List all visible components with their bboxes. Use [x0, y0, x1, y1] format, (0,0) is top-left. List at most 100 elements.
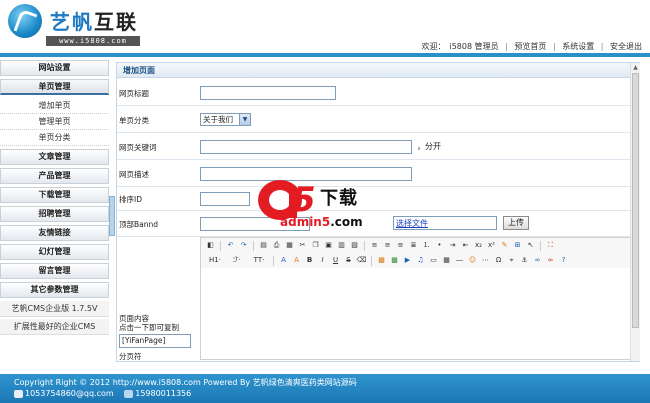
sidebar-item-products[interactable]: 产品管理 — [0, 168, 109, 184]
font-color-icon[interactable]: A — [278, 255, 289, 266]
sidebar-item-messages[interactable]: 留言管理 — [0, 263, 109, 279]
page-break-icon[interactable]: ⋯ — [480, 255, 491, 266]
page-break-label: 分页符 — [119, 352, 142, 361]
toolbar-separator — [273, 255, 274, 266]
font-family-dropdown[interactable]: ℱ· — [227, 255, 247, 266]
outdent-icon[interactable]: ⇤ — [460, 240, 471, 251]
category-label: 单页分类 — [119, 116, 149, 125]
anchor-icon[interactable]: ⚓ — [519, 255, 530, 266]
template-icon[interactable]: ▦ — [284, 240, 295, 251]
category-selected-value: 关于我们 — [203, 115, 233, 124]
upload-button[interactable]: 上传 — [503, 216, 529, 230]
multi-image-icon[interactable]: ▩ — [389, 255, 400, 266]
paste-word-icon[interactable]: ▧ — [349, 240, 360, 251]
paste-text-icon[interactable]: ▥ — [336, 240, 347, 251]
align-left-icon[interactable]: ≡ — [369, 240, 380, 251]
top-nav: 欢迎： i5808 管理员 | 预览首页 | 系统设置 | 安全退出 — [419, 41, 644, 52]
map-icon[interactable]: ⌖ — [506, 255, 517, 266]
print-icon[interactable]: ⎙ — [271, 240, 282, 251]
unlink-icon[interactable]: ∞ — [545, 255, 556, 266]
cut-icon[interactable]: ✂ — [297, 240, 308, 251]
table-icon[interactable]: ▦ — [441, 255, 452, 266]
rich-text-editor: ◧ ↶ ↷ ▤ ⎙ ▦ ✂ ❐ ▣ ▥ ▧ ≡ ≡ ≡ ≣ ⒈ • ⇥ ⇤ x₂… — [200, 237, 638, 360]
emoticon-icon[interactable]: ☺ — [467, 255, 478, 266]
banner-path-input[interactable] — [200, 217, 310, 231]
footer-email: 1053754860@qq.com — [25, 389, 114, 398]
sidebar-item-jobs[interactable]: 招聘管理 — [0, 206, 109, 222]
footer-phone: 15980011356 — [135, 389, 192, 398]
sidebar-item-site-settings[interactable]: 网站设置 — [0, 60, 109, 76]
font-size-dropdown[interactable]: TT· — [249, 255, 269, 266]
category-select[interactable]: 关于我们 ▼ — [200, 113, 251, 126]
heading-dropdown[interactable]: H1· — [205, 255, 225, 266]
unordered-list-icon[interactable]: • — [434, 240, 445, 251]
align-justify-icon[interactable]: ≣ — [408, 240, 419, 251]
source-icon[interactable]: ◧ — [205, 240, 216, 251]
link-icon[interactable]: ∞ — [532, 255, 543, 266]
phone-icon — [124, 389, 134, 398]
keywords-label: 网页关键词 — [119, 143, 157, 152]
keywords-hint: ，分开 — [417, 142, 441, 151]
align-right-icon[interactable]: ≡ — [395, 240, 406, 251]
form-row-keywords: 网页关键词 ，分开 — [117, 133, 639, 160]
remove-format-icon[interactable]: ⌫ — [356, 255, 367, 266]
choose-file-link[interactable]: 选择文件 — [396, 218, 428, 229]
order-input[interactable] — [200, 192, 250, 206]
editor-toolbar-row-2: H1· ℱ· TT· A A B I U S ⌫ ▩ ▩ ▶ ♫ ▭ ▦ ― ☺ — [201, 253, 637, 268]
cursor-icon[interactable]: ↖ — [525, 240, 536, 251]
sidebar-item-slides[interactable]: 幻灯管理 — [0, 244, 109, 260]
copy-icon[interactable]: ❐ — [310, 240, 321, 251]
description-input[interactable] — [200, 167, 412, 181]
sidebar-sub-manage-pages[interactable]: 管理单页 — [0, 114, 109, 130]
paste-icon[interactable]: ▣ — [323, 240, 334, 251]
bold-icon[interactable]: B — [304, 255, 315, 266]
scroll-up-icon[interactable]: ▲ — [631, 63, 640, 72]
preview-icon[interactable]: ▤ — [258, 240, 269, 251]
fullscreen-icon[interactable]: ⛶ — [545, 240, 556, 251]
logout-link[interactable]: 安全退出 — [610, 42, 642, 51]
sidebar-item-downloads[interactable]: 下载管理 — [0, 187, 109, 203]
form-row-order: 排序ID — [117, 187, 639, 211]
underline-icon[interactable]: U — [330, 255, 341, 266]
email-icon — [14, 389, 23, 398]
vertical-scrollbar[interactable]: ▲ — [630, 63, 640, 361]
redo-icon[interactable]: ↷ — [238, 240, 249, 251]
logo-text-secondary: 互联 — [94, 10, 138, 34]
sidebar-sub-page-categories[interactable]: 单页分类 — [0, 130, 109, 146]
image-icon[interactable]: ▩ — [376, 255, 387, 266]
help-icon[interactable]: ? — [558, 255, 569, 266]
keywords-input[interactable] — [200, 140, 412, 154]
superscript-icon[interactable]: x² — [486, 240, 497, 251]
subscript-icon[interactable]: x₂ — [473, 240, 484, 251]
nav-separator: | — [505, 42, 508, 51]
preview-home-link[interactable]: 预览首页 — [514, 42, 546, 51]
strikethrough-icon[interactable]: S — [343, 255, 354, 266]
undo-icon[interactable]: ↶ — [225, 240, 236, 251]
form-row-content: 页面内容 点击一下即可复制 [YiFanPage] 分页符 ◧ ↶ ↷ ▤ ⎙ … — [117, 237, 639, 361]
sidebar-item-other-params[interactable]: 其它参数管理 — [0, 282, 109, 298]
panel-title: 增加页面 — [117, 63, 639, 78]
hr-icon[interactable]: ― — [454, 255, 465, 266]
sidebar-item-articles[interactable]: 文章管理 — [0, 149, 109, 165]
flash-icon[interactable]: ▶ — [402, 255, 413, 266]
ordered-list-icon[interactable]: ⒈ — [421, 240, 432, 251]
page-break-code-box[interactable]: [YiFanPage] — [119, 334, 191, 348]
select-all-icon[interactable]: ⊞ — [512, 240, 523, 251]
clear-format-icon[interactable]: ✎ — [499, 240, 510, 251]
scroll-thumb[interactable] — [632, 73, 639, 328]
sidebar-item-links[interactable]: 友情链接 — [0, 225, 109, 241]
sidebar-item-single-page[interactable]: 单页管理 — [0, 79, 109, 95]
special-char-icon[interactable]: Ω — [493, 255, 504, 266]
system-settings-link[interactable]: 系统设置 — [562, 42, 594, 51]
align-center-icon[interactable]: ≡ — [382, 240, 393, 251]
italic-icon[interactable]: I — [317, 255, 328, 266]
indent-icon[interactable]: ⇥ — [447, 240, 458, 251]
media-icon[interactable]: ♫ — [415, 255, 426, 266]
page-title-input[interactable] — [200, 86, 336, 100]
file-icon[interactable]: ▭ — [428, 255, 439, 266]
sidebar-sub-add-page[interactable]: 增加单页 — [0, 98, 109, 114]
form-row-category: 单页分类 关于我们 ▼ — [117, 106, 639, 133]
sidebar-collapse-handle[interactable] — [109, 196, 115, 236]
editor-content-area[interactable] — [201, 270, 637, 359]
highlight-color-icon[interactable]: A — [291, 255, 302, 266]
